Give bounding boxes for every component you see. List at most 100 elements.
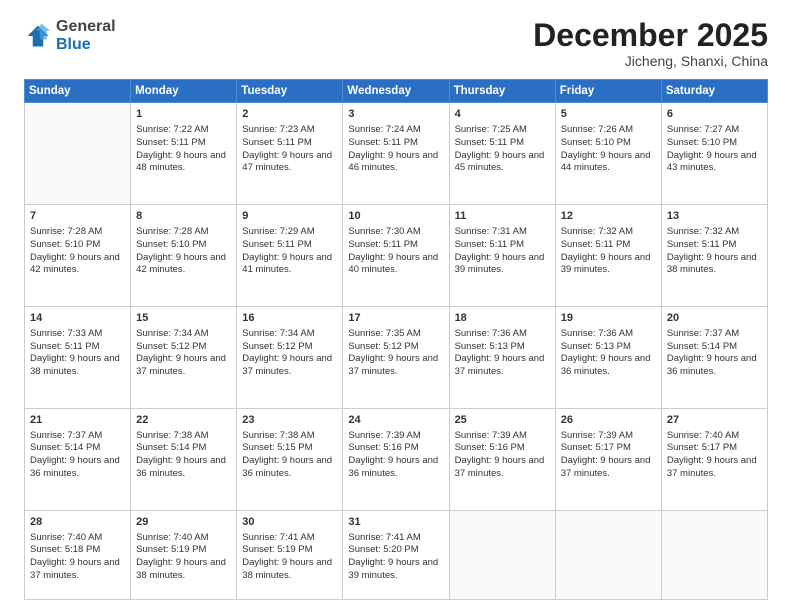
- day-number: 13: [667, 209, 762, 224]
- cell-w2-d0: 7 Sunrise: 7:28 AMSunset: 5:10 PMDaylight…: [25, 205, 131, 307]
- week-row-4: 21 Sunrise: 7:37 AMSunset: 5:14 PMDayligh…: [25, 408, 768, 510]
- title-block: December 2025 Jicheng, Shanxi, China: [533, 18, 768, 69]
- cell-info: Sunrise: 7:41 AMSunset: 5:19 PMDaylight:…: [242, 532, 337, 583]
- cell-info: Sunrise: 7:33 AMSunset: 5:11 PMDaylight:…: [30, 328, 125, 379]
- cell-w4-d6: 27Sunrise: 7:40 AMSunset: 5:17 PMDayligh…: [661, 408, 767, 510]
- cell-w5-d1: 29 Sunrise: 7:40 AMSunset: 5:19 PMDayligh…: [131, 510, 237, 599]
- cell-w4-d5: 26Sunrise: 7:39 AMSunset: 5:17 PMDayligh…: [555, 408, 661, 510]
- cell-w3-d0: 14 Sunrise: 7:33 AMSunset: 5:11 PMDayligh…: [25, 306, 131, 408]
- cell-w3-d6: 20 Sunrise: 7:37 AMSunset: 5:14 PMDayligh…: [661, 306, 767, 408]
- day-number: 30: [242, 515, 337, 530]
- cell-w2-d6: 13Sunrise: 7:32 AMSunset: 5:11 PMDayligh…: [661, 205, 767, 307]
- cell-w2-d1: 8 Sunrise: 7:28 AMSunset: 5:10 PMDaylight…: [131, 205, 237, 307]
- cell-w1-d0: [25, 103, 131, 205]
- day-number: 12: [561, 209, 656, 224]
- day-number: 14: [30, 311, 125, 326]
- cell-w3-d1: 15 Sunrise: 7:34 AMSunset: 5:12 PMDayligh…: [131, 306, 237, 408]
- cell-info: Sunrise: 7:34 AMSunset: 5:12 PMDaylight:…: [242, 328, 337, 379]
- cell-info: Sunrise: 7:40 AMSunset: 5:17 PMDaylight:…: [667, 430, 762, 481]
- week-row-3: 14 Sunrise: 7:33 AMSunset: 5:11 PMDayligh…: [25, 306, 768, 408]
- cell-info: Sunrise: 7:30 AMSunset: 5:11 PMDaylight:…: [348, 226, 443, 277]
- cell-info: Sunrise: 7:31 AMSunset: 5:11 PMDaylight:…: [455, 226, 550, 277]
- day-number: 11: [455, 209, 550, 224]
- calendar-table: Sunday Monday Tuesday Wednesday Thursday…: [24, 79, 768, 600]
- cell-w2-d5: 12 Sunrise: 7:32 AMSunset: 5:11 PMDayligh…: [555, 205, 661, 307]
- cell-w1-d4: 4 Sunrise: 7:25 AMSunset: 5:11 PMDaylight…: [449, 103, 555, 205]
- week-row-1: 1Sunrise: 7:22 AMSunset: 5:11 PMDaylight…: [25, 103, 768, 205]
- cell-info: Sunrise: 7:36 AMSunset: 5:13 PMDaylight:…: [455, 328, 550, 379]
- cell-info: Sunrise: 7:39 AMSunset: 5:16 PMDaylight:…: [348, 430, 443, 481]
- cell-w3-d2: 16 Sunrise: 7:34 AMSunset: 5:12 PMDayligh…: [237, 306, 343, 408]
- cell-w4-d3: 24 Sunrise: 7:39 AMSunset: 5:16 PMDayligh…: [343, 408, 449, 510]
- cell-info: Sunrise: 7:28 AMSunset: 5:10 PMDaylight:…: [30, 226, 125, 277]
- day-number: 24: [348, 413, 443, 428]
- cell-w2-d4: 11 Sunrise: 7:31 AMSunset: 5:11 PMDayligh…: [449, 205, 555, 307]
- logo-blue: Blue: [56, 36, 91, 53]
- cell-info: Sunrise: 7:34 AMSunset: 5:12 PMDaylight:…: [136, 328, 231, 379]
- cell-w3-d5: 19 Sunrise: 7:36 AMSunset: 5:13 PMDayligh…: [555, 306, 661, 408]
- location-subtitle: Jicheng, Shanxi, China: [533, 53, 768, 69]
- cell-info: Sunrise: 7:27 AMSunset: 5:10 PMDaylight:…: [667, 124, 762, 175]
- day-number: 2: [242, 107, 337, 122]
- cell-w5-d0: 28Sunrise: 7:40 AMSunset: 5:18 PMDayligh…: [25, 510, 131, 599]
- col-thursday: Thursday: [449, 80, 555, 103]
- week-row-5: 28Sunrise: 7:40 AMSunset: 5:18 PMDayligh…: [25, 510, 768, 599]
- calendar-header-row: Sunday Monday Tuesday Wednesday Thursday…: [25, 80, 768, 103]
- logo: General Blue: [24, 18, 116, 53]
- cell-w3-d4: 18 Sunrise: 7:36 AMSunset: 5:13 PMDayligh…: [449, 306, 555, 408]
- cell-w3-d3: 17 Sunrise: 7:35 AMSunset: 5:12 PMDayligh…: [343, 306, 449, 408]
- col-saturday: Saturday: [661, 80, 767, 103]
- day-number: 20: [667, 311, 762, 326]
- col-wednesday: Wednesday: [343, 80, 449, 103]
- cell-info: Sunrise: 7:28 AMSunset: 5:10 PMDaylight:…: [136, 226, 231, 277]
- week-row-2: 7 Sunrise: 7:28 AMSunset: 5:10 PMDaylight…: [25, 205, 768, 307]
- cell-w1-d5: 5Sunrise: 7:26 AMSunset: 5:10 PMDaylight…: [555, 103, 661, 205]
- col-friday: Friday: [555, 80, 661, 103]
- cell-info: Sunrise: 7:38 AMSunset: 5:14 PMDaylight:…: [136, 430, 231, 481]
- day-number: 15: [136, 311, 231, 326]
- cell-info: Sunrise: 7:29 AMSunset: 5:11 PMDaylight:…: [242, 226, 337, 277]
- cell-info: Sunrise: 7:37 AMSunset: 5:14 PMDaylight:…: [667, 328, 762, 379]
- day-number: 9: [242, 209, 337, 224]
- col-tuesday: Tuesday: [237, 80, 343, 103]
- day-number: 29: [136, 515, 231, 530]
- day-number: 18: [455, 311, 550, 326]
- cell-info: Sunrise: 7:23 AMSunset: 5:11 PMDaylight:…: [242, 124, 337, 175]
- day-number: 25: [455, 413, 550, 428]
- day-number: 21: [30, 413, 125, 428]
- cell-w4-d0: 21 Sunrise: 7:37 AMSunset: 5:14 PMDayligh…: [25, 408, 131, 510]
- cell-info: Sunrise: 7:37 AMSunset: 5:14 PMDaylight:…: [30, 430, 125, 481]
- cell-w4-d2: 23Sunrise: 7:38 AMSunset: 5:15 PMDayligh…: [237, 408, 343, 510]
- cell-w1-d3: 3 Sunrise: 7:24 AMSunset: 5:11 PMDaylight…: [343, 103, 449, 205]
- cell-w5-d4: [449, 510, 555, 599]
- cell-info: Sunrise: 7:41 AMSunset: 5:20 PMDaylight:…: [348, 532, 443, 583]
- cell-w5-d5: [555, 510, 661, 599]
- logo-general: General: [56, 18, 116, 35]
- cell-info: Sunrise: 7:25 AMSunset: 5:11 PMDaylight:…: [455, 124, 550, 175]
- day-number: 4: [455, 107, 550, 122]
- cell-w5-d6: [661, 510, 767, 599]
- day-number: 23: [242, 413, 337, 428]
- cell-info: Sunrise: 7:24 AMSunset: 5:11 PMDaylight:…: [348, 124, 443, 175]
- day-number: 3: [348, 107, 443, 122]
- day-number: 8: [136, 209, 231, 224]
- cell-w1-d6: 6Sunrise: 7:27 AMSunset: 5:10 PMDaylight…: [661, 103, 767, 205]
- cell-info: Sunrise: 7:39 AMSunset: 5:16 PMDaylight:…: [455, 430, 550, 481]
- cell-info: Sunrise: 7:35 AMSunset: 5:12 PMDaylight:…: [348, 328, 443, 379]
- cell-info: Sunrise: 7:32 AMSunset: 5:11 PMDaylight:…: [561, 226, 656, 277]
- col-sunday: Sunday: [25, 80, 131, 103]
- day-number: 16: [242, 311, 337, 326]
- day-number: 19: [561, 311, 656, 326]
- day-number: 17: [348, 311, 443, 326]
- cell-info: Sunrise: 7:36 AMSunset: 5:13 PMDaylight:…: [561, 328, 656, 379]
- day-number: 7: [30, 209, 125, 224]
- cell-info: Sunrise: 7:40 AMSunset: 5:18 PMDaylight:…: [30, 532, 125, 583]
- day-number: 5: [561, 107, 656, 122]
- day-number: 22: [136, 413, 231, 428]
- header: General Blue December 2025 Jicheng, Shan…: [24, 18, 768, 69]
- cell-w2-d3: 10Sunrise: 7:30 AMSunset: 5:11 PMDayligh…: [343, 205, 449, 307]
- cell-w4-d4: 25 Sunrise: 7:39 AMSunset: 5:16 PMDayligh…: [449, 408, 555, 510]
- cell-w5-d3: 31Sunrise: 7:41 AMSunset: 5:20 PMDayligh…: [343, 510, 449, 599]
- cell-w1-d2: 2 Sunrise: 7:23 AMSunset: 5:11 PMDaylight…: [237, 103, 343, 205]
- cell-info: Sunrise: 7:40 AMSunset: 5:19 PMDaylight:…: [136, 532, 231, 583]
